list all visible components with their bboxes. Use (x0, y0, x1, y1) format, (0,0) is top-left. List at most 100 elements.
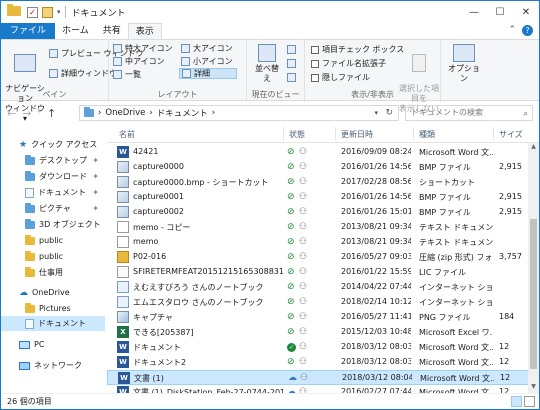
address-dropdown-icon[interactable]: ▾ (374, 109, 378, 117)
details-view-icon[interactable] (511, 396, 522, 407)
table-row[interactable]: memo ⊘ ⚇ 2013/08/21 09:34 テキスト ドキュメント (107, 235, 535, 250)
nav-item-public-1[interactable]: public (1, 233, 105, 248)
nav-onedrive[interactable]: ☁ OneDrive (1, 285, 105, 300)
table-row[interactable]: えむえすびろう さんのノートブック ⊘ ⚇ 2014/04/22 07:44 インターネ… (107, 280, 535, 295)
tab-share[interactable]: 共有 (96, 23, 128, 39)
tab-file[interactable]: ファイル (1, 23, 56, 39)
pin-icon[interactable]: ✦ (92, 204, 99, 213)
tab-home[interactable]: ホーム (55, 23, 96, 39)
layout-s-icons[interactable]: 小アイコン (181, 56, 233, 67)
table-row[interactable]: キャプチャ ⊘ ⚇ 2016/05/27 11:41 PNG ファイル 184 (107, 310, 535, 325)
nav-item-downloads[interactable]: ダウンロード ✦ (1, 169, 105, 184)
nav-item-pictures[interactable]: ピクチャ ✦ (1, 201, 105, 216)
table-row[interactable]: capture0001 ⊘ ⚇ 2016/01/26 14:56 BMP ファイル 2,9… (107, 190, 535, 205)
help-icon[interactable]: ? (522, 25, 533, 36)
group-by-button[interactable] (287, 44, 296, 55)
pin-icon[interactable]: ✦ (92, 188, 99, 197)
file-name[interactable]: えむえすびろう さんのノートブック (133, 282, 283, 293)
new-folder-icon[interactable] (42, 6, 53, 18)
column-date[interactable]: 更新日時 (341, 129, 373, 140)
nav-item-documents[interactable]: ドキュメント ✦ (1, 185, 105, 200)
table-row[interactable]: P02-016 ⊘ ⚇ 2016/05/27 09:03 圧縮 (zip 形式) フォ.… (107, 250, 535, 265)
nav-pc[interactable]: PC (1, 337, 105, 352)
layout-l-icons[interactable]: 大アイコン (181, 43, 233, 54)
properties-icon[interactable]: ✓ (27, 6, 38, 18)
column-name[interactable]: 名前 (119, 129, 135, 140)
breadcrumb-onedrive[interactable]: OneDrive (105, 108, 145, 118)
recent-icon[interactable]: ▾ (37, 107, 41, 120)
scroll-up-icon[interactable]: ▲ (528, 143, 539, 153)
file-name[interactable]: capture0000.bmp - ショートカット (133, 177, 283, 188)
table-row[interactable]: W ドキュメント ✓ ⚇ 2018/03/12 08:03 Microsoft Word … (107, 340, 535, 355)
scrollbar-thumb[interactable] (530, 219, 537, 369)
address-bar[interactable]: › OneDrive › ドキュメント › ▾ ↻ (79, 105, 399, 121)
hidden-files-toggle[interactable]: 隠しファイル (311, 72, 370, 83)
file-name[interactable]: SFIRETERMFEAT201512151653088310.lic (133, 267, 283, 276)
breadcrumb-documents[interactable]: ドキュメント (157, 107, 208, 119)
scroll-down-icon[interactable]: ▼ (528, 383, 539, 393)
customize-qat-icon[interactable]: ▾ (57, 8, 61, 16)
file-name[interactable]: P02-016 (133, 252, 283, 261)
table-row[interactable]: capture0002 ⊘ ⚇ 2016/01/26 15:01 BMP ファイル 2,9… (107, 205, 535, 220)
details-pane-button[interactable]: 詳細ウィンドウ (49, 68, 117, 79)
collapse-ribbon-icon[interactable]: ⌃ (508, 25, 516, 36)
file-name[interactable]: ドキュメント2 (133, 357, 283, 368)
column-separator[interactable] (335, 127, 336, 141)
file-name[interactable]: capture0000 (133, 162, 283, 171)
nav-network[interactable]: ネットワーク (1, 358, 105, 373)
nav-item-desktop[interactable]: デスクトップ ✦ (1, 153, 105, 168)
table-row[interactable]: W ドキュメント2 ⊘ ⚇ 2018/03/12 08:03 Microsoft Word… (107, 355, 535, 370)
table-row[interactable]: capture0000 ⊘ ⚇ 2016/01/26 14:56 BMP ファイル 2,9… (107, 160, 535, 175)
layout-m-icons[interactable]: 中アイコン (113, 56, 165, 67)
table-row[interactable]: W 文書 (1) ☁ ⚇ 2018/03/12 08:04 Microsoft Word … (107, 370, 535, 385)
file-name[interactable]: 文書 (1) (134, 373, 284, 384)
layout-xl-icons[interactable]: 特大アイコン (113, 43, 173, 54)
table-row[interactable]: エムエスタロウ さんのノートブック ⊘ ⚇ 2018/02/14 10:12 インターネ… (107, 295, 535, 310)
file-name[interactable]: ドキュメント (133, 342, 283, 353)
nav-item-3d-objects[interactable]: 3D オブジェクト (1, 217, 105, 232)
add-columns-button[interactable] (287, 58, 296, 69)
forward-icon[interactable]: → (22, 107, 31, 120)
back-icon[interactable]: ← (7, 107, 16, 120)
layout-list[interactable]: 一覧 (113, 69, 141, 80)
table-row[interactable]: X できる[205387] ⊘ ⚇ 2015/12/03 10:48 Microsoft … (107, 325, 535, 340)
file-name[interactable]: memo (133, 237, 283, 246)
nav-quick-access[interactable]: ★ クイック アクセス (1, 137, 105, 152)
large-icons-view-icon[interactable] (524, 396, 535, 407)
pin-icon[interactable]: ✦ (92, 156, 99, 165)
refresh-icon[interactable]: ↻ (385, 108, 393, 118)
maximize-button[interactable]: ☐ (487, 1, 513, 23)
table-row[interactable]: capture0000.bmp - ショートカット ⊘ ⚇ 2017/02/28 08… (107, 175, 535, 190)
sort-button[interactable]: 並べ替え (253, 44, 281, 84)
options-button[interactable]: オプション (447, 44, 481, 84)
file-name[interactable]: capture0001 (133, 192, 283, 201)
table-row[interactable]: W 42421 ⊘ ⚇ 2016/09/09 08:24 Microsoft Word 文… (107, 145, 535, 160)
column-separator[interactable] (283, 127, 284, 141)
file-name[interactable]: エムエスタロウ さんのノートブック (133, 297, 283, 308)
nav-item-public-2[interactable]: public (1, 249, 105, 264)
file-name[interactable]: memo - コピー (133, 222, 283, 233)
column-type[interactable]: 種類 (419, 129, 435, 140)
column-separator[interactable] (413, 127, 414, 141)
nav-item-onedrive-pictures[interactable]: Pictures (1, 301, 105, 316)
item-checkbox-toggle[interactable]: 項目チェック ボックス (311, 44, 404, 55)
nav-item-work[interactable]: 仕事用 (1, 265, 105, 280)
file-ext-toggle[interactable]: ファイル名拡張子 (311, 58, 386, 69)
layout-details[interactable]: 詳細 (179, 68, 237, 79)
close-button[interactable]: ✕ (513, 1, 539, 23)
file-name[interactable]: 42421 (133, 147, 283, 156)
table-row[interactable]: W文書 (1)_DiskStation_Feb-27-0744-2016_...… (107, 385, 535, 393)
search-input[interactable]: ドキュメントの検索 ⌕ (405, 105, 533, 121)
column-status[interactable]: 状態 (289, 129, 305, 140)
file-name[interactable]: キャプチャ (133, 312, 283, 323)
column-size[interactable]: サイズ (499, 129, 523, 140)
pin-icon[interactable]: ✦ (92, 172, 99, 181)
column-separator[interactable] (493, 127, 494, 141)
up-icon[interactable]: ↑ (47, 107, 56, 120)
file-name[interactable]: capture0002 (133, 207, 283, 216)
minimize-button[interactable]: — (461, 1, 487, 23)
nav-item-onedrive-documents[interactable]: ドキュメント (1, 316, 105, 331)
file-name[interactable]: できる[205387] (133, 327, 283, 338)
tab-view[interactable]: 表示 (127, 23, 162, 39)
size-columns-button[interactable] (287, 72, 296, 83)
